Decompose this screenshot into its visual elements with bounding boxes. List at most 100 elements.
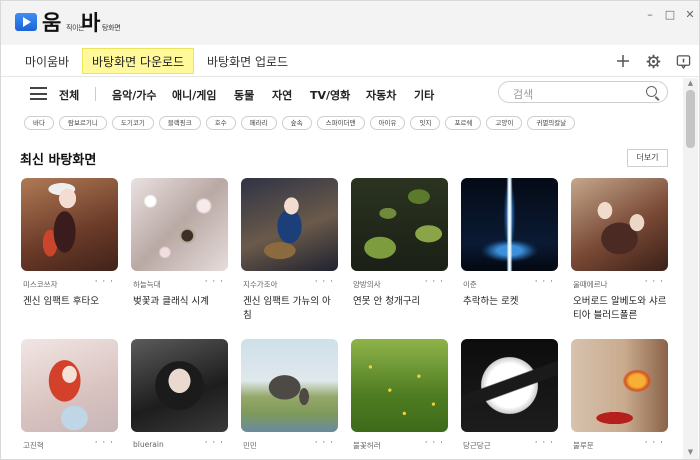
category-animal[interactable]: 동물 <box>234 87 254 103</box>
card-author: 당근당근 <box>463 441 491 450</box>
wallpaper-card[interactable]: 지수가조아 · · · 겐신 임팩트 가뉴의 아침 <box>241 178 338 323</box>
category-music[interactable]: 음악/가수 <box>112 87 157 103</box>
tag-chip[interactable]: 잇지 <box>410 116 441 130</box>
category-all[interactable]: 전체 <box>59 87 79 103</box>
card-title: 추락하는 로켓 <box>463 296 519 307</box>
tag-chip[interactable]: 귀멸의칼날 <box>527 116 576 130</box>
card-author: bluerain <box>133 440 164 449</box>
search-input[interactable]: 검색 <box>498 81 668 103</box>
card-meta: 이준 · · · <box>461 277 558 293</box>
hamburger-menu-icon[interactable] <box>30 87 47 100</box>
tab-bar: 마이움바 바탕화면 다운로드 바탕화면 업로드 <box>1 45 699 77</box>
more-options-icon[interactable]: · · · <box>315 277 334 287</box>
wallpaper-thumbnail[interactable] <box>131 178 228 271</box>
card-meta: 울때에르나 · · · <box>571 277 668 293</box>
more-options-icon[interactable]: · · · <box>205 277 224 287</box>
tag-chip[interactable]: 바다 <box>24 116 54 130</box>
card-meta: 양방의사 · · · <box>351 277 448 293</box>
tag-chip[interactable]: 호수 <box>205 116 236 130</box>
more-options-icon[interactable]: · · · <box>535 438 554 448</box>
search-icon[interactable] <box>646 86 657 97</box>
more-options-icon[interactable]: · · · <box>425 277 444 287</box>
tag-chip[interactable]: 도기코기 <box>111 116 154 130</box>
wallpaper-thumbnail[interactable] <box>461 178 558 271</box>
card-meta: 고진혁 · · · <box>21 438 118 454</box>
wallpaper-thumbnail[interactable] <box>21 339 118 432</box>
tab-wallpaper-upload[interactable]: 바탕화면 업로드 <box>207 53 288 70</box>
tag-chip[interactable]: 블랙핑크 <box>158 116 201 130</box>
card-author: 하늘늑대 <box>133 280 161 289</box>
wallpaper-thumbnail[interactable] <box>571 339 668 432</box>
card-title: 오버로드 알베도와 샤르티아 블러드폴른 <box>573 296 667 321</box>
wallpaper-card[interactable]: 양방의사 · · · 연못 안 청개구리 <box>351 178 448 309</box>
wallpaper-thumbnail[interactable] <box>131 339 228 432</box>
tag-chip[interactable]: 아이유 <box>369 116 406 130</box>
info-icon[interactable] <box>675 53 691 69</box>
card-title: 연못 안 청개구리 <box>353 296 421 307</box>
minimize-button[interactable]: – <box>644 8 656 21</box>
category-divider <box>95 87 96 101</box>
wallpaper-card[interactable]: bluerain · · · <box>131 339 228 454</box>
wallpaper-thumbnail[interactable] <box>351 339 448 432</box>
wallpaper-thumbnail[interactable] <box>21 178 118 271</box>
card-meta: 당근당근 · · · <box>461 438 558 454</box>
wallpaper-card[interactable]: 불루문 · · · <box>571 339 668 454</box>
more-options-icon[interactable]: · · · <box>95 277 114 287</box>
card-meta: 지수가조아 · · · <box>241 277 338 293</box>
tab-wallpaper-download[interactable]: 바탕화면 다운로드 <box>82 48 195 74</box>
category-anime-game[interactable]: 애니/게임 <box>172 87 217 103</box>
more-options-icon[interactable]: · · · <box>645 277 664 287</box>
tag-chip[interactable]: 숲속 <box>281 116 312 130</box>
wallpaper-card[interactable]: 불꽃허러 · · · <box>351 339 448 454</box>
card-title: 겐신 임팩트 가뉴의 아침 <box>243 296 331 321</box>
tag-chip[interactable]: 페라리 <box>240 116 277 130</box>
scrollbar-thumb[interactable] <box>686 90 695 148</box>
more-options-icon[interactable]: · · · <box>425 438 444 448</box>
wallpaper-card[interactable]: 민민 · · · <box>241 339 338 454</box>
category-car[interactable]: 자동차 <box>366 87 396 103</box>
tab-my-umba[interactable]: 마이움바 <box>25 53 69 70</box>
scroll-down-arrow[interactable]: ▼ <box>683 448 698 456</box>
wallpaper-card[interactable]: 고진혁 · · · <box>21 339 118 454</box>
card-author: 불루문 <box>573 441 594 450</box>
card-author: 지수가조아 <box>243 280 278 289</box>
card-meta: 민민 · · · <box>241 438 338 454</box>
wallpaper-thumbnail[interactable] <box>571 178 668 271</box>
wallpaper-card[interactable]: 미스코쓰자 · · · 겐신 임팩트 후타오 <box>21 178 118 309</box>
wallpaper-thumbnail[interactable] <box>351 178 448 271</box>
more-options-icon[interactable]: · · · <box>95 438 114 448</box>
wallpaper-thumbnail[interactable] <box>241 178 338 271</box>
more-options-icon[interactable]: · · · <box>645 438 664 448</box>
more-options-icon[interactable]: · · · <box>535 277 554 287</box>
tag-chip[interactable]: 포르쉐 <box>445 116 482 130</box>
scroll-up-arrow[interactable]: ▲ <box>683 79 698 87</box>
more-options-icon[interactable]: · · · <box>205 438 224 448</box>
more-options-icon[interactable]: · · · <box>315 438 334 448</box>
tag-chip[interactable]: 스파이더맨 <box>316 116 365 130</box>
wallpaper-card[interactable]: 당근당근 · · · <box>461 339 558 454</box>
wallpaper-thumbnail[interactable] <box>241 339 338 432</box>
category-etc[interactable]: 기타 <box>414 87 434 103</box>
card-author: 울때에르나 <box>573 280 608 289</box>
wallpaper-card[interactable]: 울때에르나 · · · 오버로드 알베도와 샤르티아 블러드폴른 <box>571 178 668 323</box>
wallpaper-card[interactable]: 이준 · · · 추락하는 로켓 <box>461 178 558 309</box>
tag-chip[interactable]: 고양이 <box>486 116 523 130</box>
plus-icon[interactable] <box>615 53 631 69</box>
logo-text-4: 탕화면 <box>102 24 121 32</box>
search-placeholder: 검색 <box>513 88 534 101</box>
card-author: 미스코쓰자 <box>23 280 58 289</box>
tag-chip[interactable]: 람보르기니 <box>58 116 107 130</box>
gear-icon[interactable] <box>645 53 661 69</box>
card-meta: 하늘늑대 · · · <box>131 277 228 293</box>
category-tv-movie[interactable]: TV/영화 <box>310 87 350 103</box>
card-author: 이준 <box>463 280 477 289</box>
card-meta: bluerain · · · <box>131 438 228 454</box>
card-title: 겐신 임팩트 후타오 <box>23 296 99 307</box>
category-nature[interactable]: 자연 <box>272 87 292 103</box>
wallpaper-card[interactable]: 하늘늑대 · · · 벚꽃과 클래식 시계 <box>131 178 228 309</box>
close-button[interactable]: ✕ <box>684 8 696 21</box>
more-button[interactable]: 더보기 <box>627 149 668 167</box>
wallpaper-thumbnail[interactable] <box>461 339 558 432</box>
maximize-button[interactable]: □ <box>664 8 676 21</box>
card-author: 양방의사 <box>353 280 381 289</box>
